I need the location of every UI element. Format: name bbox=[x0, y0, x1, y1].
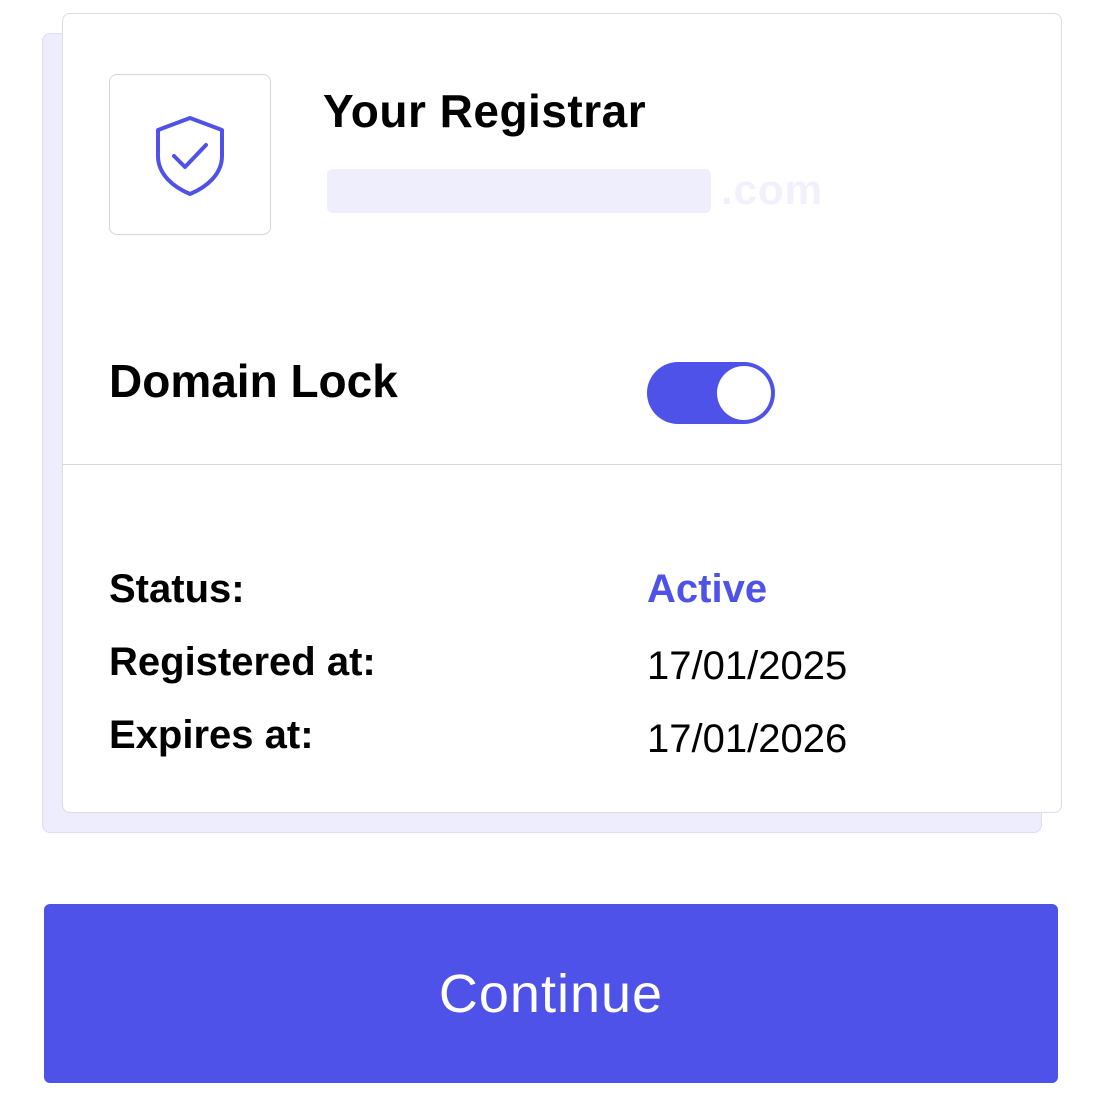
section-divider bbox=[63, 464, 1061, 465]
expires-value: 17/01/2026 bbox=[647, 717, 848, 761]
registered-label: Registered at: bbox=[109, 640, 376, 684]
domain-lock-toggle[interactable] bbox=[647, 362, 775, 424]
domain-card: Your Registrar .com Domain Lock Status: … bbox=[62, 13, 1062, 813]
domain-tld: .com bbox=[721, 166, 824, 213]
domain-lock-label: Domain Lock bbox=[109, 355, 398, 407]
toggle-knob bbox=[717, 366, 771, 420]
domain-name-redacted bbox=[327, 169, 711, 213]
continue-button[interactable]: Continue bbox=[44, 904, 1058, 1083]
registered-value: 17/01/2025 bbox=[647, 644, 848, 688]
status-value: Active bbox=[647, 567, 768, 611]
registrar-title: Your Registrar bbox=[323, 85, 647, 137]
registrar-screen: Your Registrar .com Domain Lock Status: … bbox=[0, 0, 1100, 1100]
registrar-logo bbox=[109, 74, 271, 235]
expires-label: Expires at: bbox=[109, 713, 314, 757]
status-label: Status: bbox=[109, 567, 245, 611]
shield-check-icon bbox=[156, 115, 224, 196]
